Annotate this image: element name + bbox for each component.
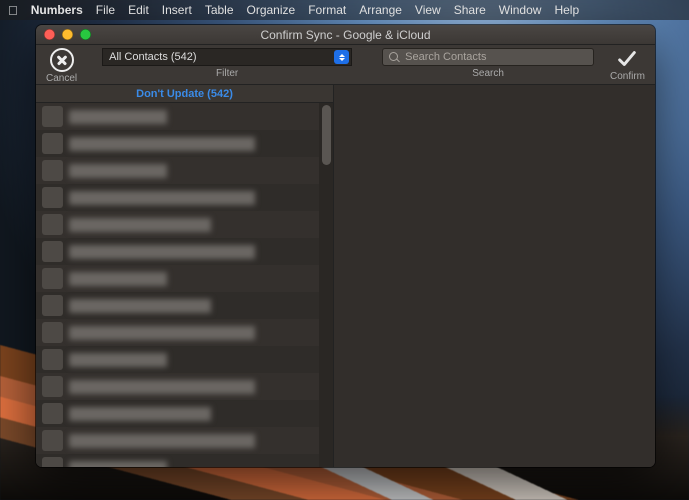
confirm-sync-window: Confirm Sync - Google & iCloud Cancel Al…: [36, 25, 655, 467]
menu-format[interactable]: Format: [308, 3, 346, 17]
avatar: [42, 160, 63, 181]
contact-name-redacted: [69, 191, 327, 205]
apple-menu-icon[interactable]: : [8, 3, 18, 18]
contact-name-redacted: [69, 461, 327, 468]
contact-list: [36, 103, 333, 467]
confirm-label: Confirm: [610, 71, 645, 82]
avatar: [42, 268, 63, 289]
contact-name-redacted: [69, 353, 327, 367]
window-title: Confirm Sync - Google & iCloud: [36, 28, 655, 42]
avatar: [42, 430, 63, 451]
scrollbar-thumb[interactable]: [322, 105, 331, 165]
list-item[interactable]: [36, 319, 333, 346]
list-item[interactable]: [36, 265, 333, 292]
menu-file[interactable]: File: [96, 3, 115, 17]
avatar: [42, 376, 63, 397]
avatar: [42, 295, 63, 316]
avatar: [42, 322, 63, 343]
avatar: [42, 187, 63, 208]
list-item[interactable]: [36, 103, 333, 130]
menu-organize[interactable]: Organize: [247, 3, 296, 17]
contact-name-redacted: [69, 110, 327, 124]
avatar: [42, 241, 63, 262]
cancel-label: Cancel: [46, 73, 77, 84]
zoom-window-button[interactable]: [80, 29, 91, 40]
menu-arrange[interactable]: Arrange: [359, 3, 402, 17]
avatar: [42, 403, 63, 424]
detail-pane: [334, 85, 655, 467]
filter-label: Filter: [216, 68, 238, 79]
app-menu[interactable]: Numbers: [31, 3, 83, 17]
search-input[interactable]: [405, 51, 587, 63]
list-item[interactable]: [36, 427, 333, 454]
search-label: Search: [472, 68, 504, 79]
filter-select[interactable]: All Contacts (542): [102, 48, 352, 66]
menu-table[interactable]: Table: [205, 3, 234, 17]
macos-menubar:  Numbers File Edit Insert Table Organiz…: [0, 0, 689, 20]
menu-share[interactable]: Share: [454, 3, 486, 17]
list-item[interactable]: [36, 211, 333, 238]
menu-window[interactable]: Window: [499, 3, 542, 17]
avatar: [42, 133, 63, 154]
contact-name-redacted: [69, 245, 327, 259]
contact-name-redacted: [69, 434, 327, 448]
contact-name-redacted: [69, 326, 327, 340]
contact-name-redacted: [69, 380, 327, 394]
search-icon: [389, 52, 400, 63]
menu-insert[interactable]: Insert: [162, 3, 192, 17]
list-section-header[interactable]: Don't Update (542): [36, 85, 333, 103]
avatar: [42, 214, 63, 235]
contact-name-redacted: [69, 218, 327, 232]
menu-edit[interactable]: Edit: [128, 3, 149, 17]
contact-list-pane: Don't Update (542): [36, 85, 334, 467]
list-item[interactable]: [36, 157, 333, 184]
list-item[interactable]: [36, 346, 333, 373]
contact-name-redacted: [69, 407, 327, 421]
contact-name-redacted: [69, 272, 327, 286]
list-item[interactable]: [36, 373, 333, 400]
window-body: Don't Update (542): [36, 85, 655, 467]
chevron-updown-icon: [334, 50, 349, 64]
list-item[interactable]: [36, 184, 333, 211]
minimize-window-button[interactable]: [62, 29, 73, 40]
menu-view[interactable]: View: [415, 3, 441, 17]
checkmark-icon: [614, 48, 640, 70]
avatar: [42, 349, 63, 370]
menu-help[interactable]: Help: [554, 3, 579, 17]
toolbar: Cancel All Contacts (542) Filter Search …: [36, 45, 655, 85]
window-traffic-lights: [44, 29, 91, 40]
list-item[interactable]: [36, 238, 333, 265]
contact-name-redacted: [69, 164, 327, 178]
list-item[interactable]: [36, 454, 333, 467]
search-field[interactable]: [382, 48, 594, 66]
list-item[interactable]: [36, 292, 333, 319]
filter-select-value: All Contacts (542): [109, 51, 196, 63]
confirm-button[interactable]: [614, 48, 640, 70]
list-item[interactable]: [36, 400, 333, 427]
window-titlebar[interactable]: Confirm Sync - Google & iCloud: [36, 25, 655, 45]
avatar: [42, 457, 63, 467]
close-window-button[interactable]: [44, 29, 55, 40]
contact-name-redacted: [69, 299, 327, 313]
contact-name-redacted: [69, 137, 327, 151]
cancel-button[interactable]: [50, 48, 74, 72]
scrollbar-track[interactable]: [319, 103, 333, 467]
list-item[interactable]: [36, 130, 333, 157]
avatar: [42, 106, 63, 127]
